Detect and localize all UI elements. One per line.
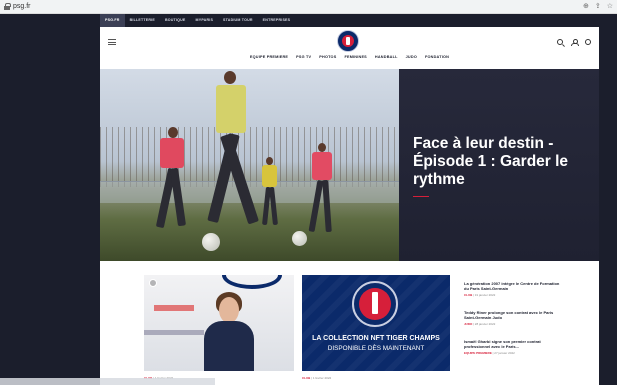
top-nav-item[interactable]: BILLETTERIE xyxy=(125,14,160,27)
hero-trees xyxy=(100,127,399,187)
news-item[interactable]: Teddy Riner prolonge son contrat avec le… xyxy=(464,310,560,326)
main-nav-item[interactable]: FEMININES xyxy=(344,55,366,59)
news-item-title[interactable]: Teddy Riner prolonge son contrat avec le… xyxy=(464,310,560,320)
main-nav-item[interactable]: EQUIPE PREMIERE xyxy=(250,55,288,59)
news-item-title[interactable]: La génération 2007 intègre le Centre de … xyxy=(464,281,560,291)
nft-headline: LA COLLECTION NFT TIGER CHAMPS xyxy=(312,335,440,342)
hero-image[interactable] xyxy=(100,69,399,261)
top-nav-item[interactable]: STADIUM TOUR xyxy=(218,14,258,27)
news-item-title[interactable]: Ismaël Gharbi signe son premier contrat … xyxy=(464,339,560,349)
site-header: EQUIPE PREMIERE PSG TV PHOTOS FEMININES HAND… xyxy=(100,27,599,69)
main-nav-item[interactable]: PSG TV xyxy=(296,55,311,59)
top-nav-item[interactable]: BOUTIQUE xyxy=(160,14,191,27)
news-section: CLUB | 1 février 2022 LA COLLECTION NFT … xyxy=(100,261,599,385)
news-item[interactable]: Ismaël Gharbi signe son premier contrat … xyxy=(464,339,560,355)
top-nav-items: PSG.FR BILLETTERIE BOUTIQUE MYPARIS STADIUM … xyxy=(100,14,295,27)
address-url[interactable]: psg.fr xyxy=(13,2,31,12)
browser-actions: ⊕ ⇪ ☆ xyxy=(583,2,613,12)
status-bar-overlay xyxy=(0,378,215,385)
top-strip-nav: PSG.FR BILLETTERIE BOUTIQUE MYPARIS STADIUM … xyxy=(0,14,617,27)
nft-subheadline: DISPONIBLE DÈS MAINTENANT xyxy=(327,345,425,352)
play-icon[interactable] xyxy=(149,279,157,287)
news-item[interactable]: La génération 2007 intègre le Centre de … xyxy=(464,281,560,297)
hero-text-panel[interactable]: Face à leur destin - Épisode 1 : Garder … xyxy=(399,69,599,261)
card2-date: 1 février 2022 xyxy=(312,376,332,380)
share-icon[interactable]: ⇪ xyxy=(595,2,601,12)
hero-accent-line xyxy=(413,196,429,197)
menu-icon[interactable] xyxy=(108,39,116,45)
hero-banner[interactable]: Face à leur destin - Épisode 1 : Garder … xyxy=(100,69,599,261)
main-nav-item[interactable]: FONDATION xyxy=(425,55,449,59)
news-item-date: 27 janvier 2022 xyxy=(494,351,515,355)
star-icon[interactable]: ☆ xyxy=(607,2,613,12)
news-item-meta: EQUIPE PREMIERE | 27 janvier 2022 xyxy=(464,351,515,355)
psg-crest-logo[interactable] xyxy=(337,30,359,52)
news-item-category[interactable]: EQUIPE PREMIERE xyxy=(464,351,492,355)
news-item-meta: CLUB | 31 janvier 2022 xyxy=(464,293,496,297)
lock-icon xyxy=(4,3,11,10)
nft-promo-card[interactable]: LA COLLECTION NFT TIGER CHAMPS DISPONIBL… xyxy=(302,275,450,371)
header-actions xyxy=(557,39,591,46)
top-nav-item[interactable]: PSG.FR xyxy=(100,14,125,27)
browser-address-bar[interactable]: psg.fr ⊕ ⇪ ☆ xyxy=(0,0,617,14)
globe-icon[interactable] xyxy=(585,39,591,45)
news-item-date: 28 janvier 2022 xyxy=(474,322,496,326)
card2-category[interactable]: CLUB xyxy=(302,376,310,380)
ball-center xyxy=(292,231,307,246)
eiffel-tower-icon xyxy=(372,292,378,314)
main-nav-item[interactable]: JUDO xyxy=(406,55,417,59)
side-news-list: La génération 2007 intègre le Centre de … xyxy=(464,281,560,368)
zoom-icon[interactable]: ⊕ xyxy=(583,2,589,12)
search-icon[interactable] xyxy=(557,39,563,45)
main-nav: EQUIPE PREMIERE PSG TV PHOTOS FEMININES HAND… xyxy=(100,55,599,59)
top-nav-item[interactable]: ENTREPRISES xyxy=(258,14,296,27)
main-nav-item[interactable]: HANDBALL xyxy=(375,55,398,59)
news-item-date: 31 janvier 2022 xyxy=(474,293,496,297)
ball-left xyxy=(202,233,220,251)
main-nav-item[interactable]: PHOTOS xyxy=(319,55,336,59)
video-card[interactable] xyxy=(144,275,294,371)
user-icon[interactable] xyxy=(571,39,579,46)
player-portrait xyxy=(204,321,254,371)
top-nav-item[interactable]: MYPARIS xyxy=(191,14,219,27)
card2-meta: CLUB | 1 février 2022 xyxy=(302,376,332,380)
hero-title[interactable]: Face à leur destin - Épisode 1 : Garder … xyxy=(413,135,593,189)
news-item-meta: JUDO | 28 janvier 2022 xyxy=(464,322,496,326)
